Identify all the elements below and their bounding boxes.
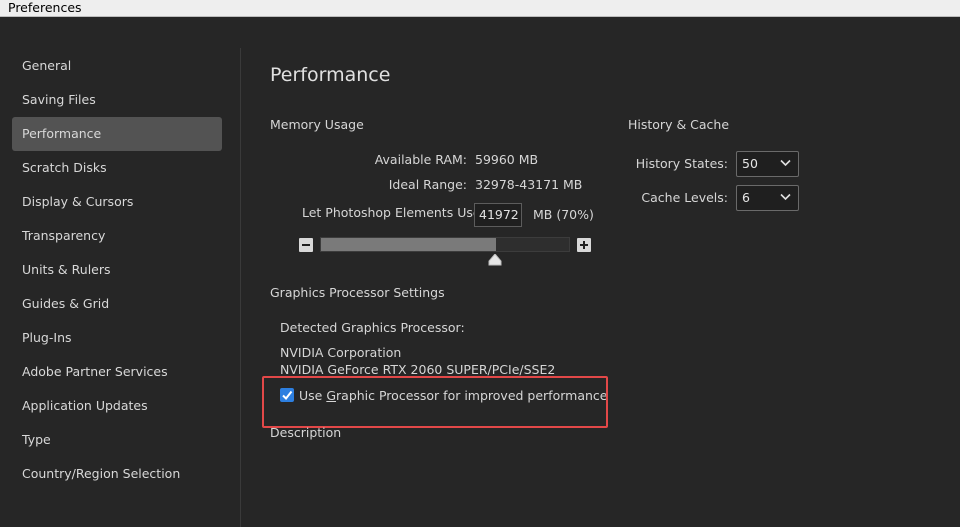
sidebar-item-label: Saving Files [22, 92, 96, 107]
available-ram-label: Available RAM: [374, 152, 467, 167]
sidebar-item-label: Type [22, 432, 51, 447]
increase-memory-button[interactable] [577, 238, 591, 252]
let-use-label: Let Photoshop Elements Use: [302, 205, 485, 220]
window-title: Preferences [8, 0, 82, 15]
sidebar-item-units-rulers[interactable]: Units & Rulers [12, 253, 222, 287]
sidebar-item-label: Plug-Ins [22, 330, 72, 345]
sidebar-item-label: Application Updates [22, 398, 148, 413]
sidebar-item-type[interactable]: Type [12, 423, 222, 457]
decrease-memory-button[interactable] [299, 238, 313, 252]
sidebar-item-saving-files[interactable]: Saving Files [12, 83, 222, 117]
description-heading: Description [270, 425, 342, 440]
sidebar-item-label: Adobe Partner Services [22, 364, 168, 379]
detected-gpu-label: Detected Graphics Processor: [280, 320, 465, 335]
sidebar-item-label: Transparency [22, 228, 106, 243]
annotation-highlight-box [262, 376, 608, 428]
history-states-value: 50 [742, 156, 758, 171]
memory-usage-heading: Memory Usage [270, 117, 364, 132]
sidebar-item-label: Display & Cursors [22, 194, 134, 209]
history-states-select[interactable]: 50 [736, 151, 799, 177]
sidebar-item-country-region[interactable]: Country/Region Selection [12, 457, 222, 491]
plus-icon [580, 241, 588, 249]
cache-levels-select[interactable]: 6 [736, 185, 799, 211]
slider-thumb-icon [488, 254, 502, 266]
sidebar-item-guides-grid[interactable]: Guides & Grid [12, 287, 222, 321]
ideal-range-value: 32978-43171 MB [475, 177, 583, 192]
sidebar-item-scratch-disks[interactable]: Scratch Disks [12, 151, 222, 185]
history-cache-heading: History & Cache [628, 117, 730, 132]
memory-percent-label: MB (70%) [533, 207, 594, 222]
sidebar-item-label: Country/Region Selection [22, 466, 181, 481]
sidebar-item-label: Guides & Grid [22, 296, 110, 311]
sidebar-item-display-cursors[interactable]: Display & Cursors [12, 185, 222, 219]
ideal-range-label: Ideal Range: [388, 177, 467, 192]
sidebar-item-application-updates[interactable]: Application Updates [12, 389, 222, 423]
sidebar-item-plug-ins[interactable]: Plug-Ins [12, 321, 222, 355]
graphics-processor-heading: Graphics Processor Settings [270, 285, 445, 300]
sidebar-item-general[interactable]: General [12, 49, 222, 83]
sidebar-item-performance[interactable]: Performance [12, 117, 222, 151]
sidebar-item-label: Scratch Disks [22, 160, 107, 175]
minus-icon [302, 244, 310, 246]
history-states-label: History States: [635, 156, 728, 171]
available-ram-value: 59960 MB [475, 152, 539, 167]
chevron-down-icon [780, 193, 791, 201]
memory-amount-input[interactable]: 41972 [474, 203, 522, 227]
chevron-down-icon [780, 159, 791, 167]
cache-levels-label: Cache Levels: [641, 190, 728, 205]
memory-slider-track[interactable] [320, 237, 570, 252]
sidebar-item-label: Performance [22, 126, 102, 141]
sidebar-item-transparency[interactable]: Transparency [12, 219, 222, 253]
cache-levels-value: 6 [742, 190, 750, 205]
sidebar-item-adobe-partner-services[interactable]: Adobe Partner Services [12, 355, 222, 389]
page-title: Performance [270, 64, 391, 86]
sidebar-divider [240, 48, 241, 527]
gpu-vendor: NVIDIA Corporation [280, 345, 402, 360]
sidebar-item-label: General [22, 58, 72, 73]
sidebar-item-label: Units & Rulers [22, 262, 111, 277]
title-bar: Preferences [0, 0, 960, 17]
gpu-model: NVIDIA GeForce RTX 2060 SUPER/PCIe/SSE2 [280, 362, 556, 377]
memory-slider-fill [321, 238, 496, 251]
